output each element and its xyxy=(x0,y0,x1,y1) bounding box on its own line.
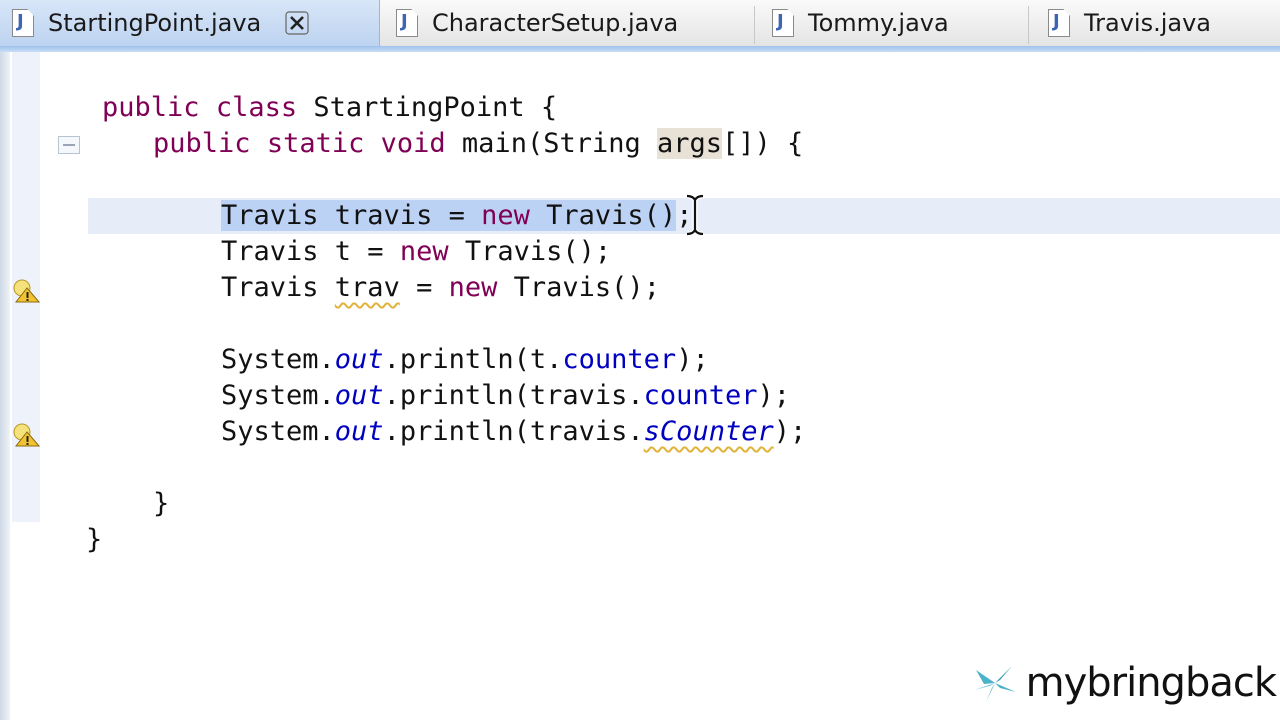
tab-separator xyxy=(754,6,755,44)
static-field-warning: sCounter xyxy=(643,416,774,447)
selected-text: Travis travis = new Travis() xyxy=(221,200,677,231)
keyword: void xyxy=(380,128,446,159)
code-text: ); xyxy=(676,344,709,375)
keyword: new xyxy=(399,236,449,267)
code-line-10[interactable]: } xyxy=(86,522,102,558)
code-text: = xyxy=(399,272,449,303)
code-line-5[interactable]: Travis trav = new Travis(); xyxy=(221,270,660,306)
close-icon[interactable] xyxy=(285,11,309,35)
static-field: out xyxy=(334,380,384,411)
code-text: Travis xyxy=(221,272,335,303)
active-editor-indicator xyxy=(0,46,1280,52)
parameter: args xyxy=(657,128,723,159)
keyword: new xyxy=(448,272,498,303)
field: counter xyxy=(562,344,677,375)
code-text: System. xyxy=(221,344,335,375)
code-line-9[interactable]: } xyxy=(153,486,169,522)
unused-variable: trav xyxy=(334,272,400,303)
code-text: ); xyxy=(773,416,807,447)
text-cursor-icon xyxy=(686,194,704,236)
keyword: class xyxy=(215,92,298,123)
tab-separator xyxy=(1028,6,1029,44)
code-text: []) { xyxy=(722,128,804,159)
pinwheel-logo-icon xyxy=(973,666,1016,702)
code-line-2[interactable]: public static void main(String args[]) { xyxy=(153,126,803,162)
tab-label: Travis.java xyxy=(1084,9,1211,37)
java-file-icon: J xyxy=(12,9,34,37)
java-file-icon: J xyxy=(396,9,418,37)
tab-tommy[interactable]: J Tommy.java xyxy=(772,0,949,46)
keyword: public xyxy=(102,92,200,123)
fold-collapse-icon[interactable] xyxy=(58,136,80,154)
code-text: System. xyxy=(221,380,335,411)
tab-label: StartingPoint.java xyxy=(48,9,262,37)
warning-icon[interactable] xyxy=(12,278,41,304)
code-text: Travis travis = xyxy=(221,200,482,231)
code-line-7[interactable]: System.out.println(travis.counter); xyxy=(221,378,790,414)
field: counter xyxy=(643,380,758,411)
code-text: StartingPoint { xyxy=(313,92,558,123)
tab-label: Tommy.java xyxy=(808,9,949,37)
java-file-icon: J xyxy=(772,9,794,37)
watermark-logo: mybringback xyxy=(972,660,1277,706)
code-text: Travis() xyxy=(529,200,677,231)
code-text: .println(travis. xyxy=(383,380,644,411)
code-text: } xyxy=(153,488,170,519)
tab-travis[interactable]: J Travis.java xyxy=(1048,0,1211,46)
static-field: out xyxy=(334,344,384,375)
code-text: } xyxy=(86,524,103,555)
static-field: out xyxy=(334,416,384,447)
keyword: static xyxy=(266,128,365,159)
code-line-1[interactable]: public class StartingPoint { xyxy=(102,90,557,126)
code-text: .println(t. xyxy=(383,344,563,375)
editor-gutter xyxy=(10,52,50,720)
code-text: ); xyxy=(757,380,790,411)
editor-tab-bar: J StartingPoint.java J CharacterSetup.ja… xyxy=(0,0,1280,52)
code-text: .println(travis. xyxy=(383,416,644,447)
code-text: Travis t = xyxy=(221,236,400,267)
code-line-8[interactable]: System.out.println(travis.sCounter); xyxy=(221,414,806,450)
tab-label: CharacterSetup.java xyxy=(432,9,679,37)
keyword: new xyxy=(481,200,530,231)
keyword: public xyxy=(153,128,251,159)
code-line-6[interactable]: System.out.println(t.counter); xyxy=(221,342,709,378)
tab-startingpoint[interactable]: J StartingPoint.java xyxy=(0,0,380,46)
warning-icon[interactable] xyxy=(12,422,41,448)
code-text: main(String xyxy=(461,128,657,159)
editor-left-border xyxy=(0,52,10,720)
code-text: System. xyxy=(221,416,335,447)
java-file-icon: J xyxy=(1048,9,1070,37)
code-line-3[interactable]: Travis travis = new Travis(); xyxy=(221,198,692,234)
code-text: Travis(); xyxy=(497,272,660,303)
tab-charactersetup[interactable]: J CharacterSetup.java xyxy=(396,0,678,46)
watermark-text: mybringback xyxy=(1025,660,1277,706)
code-text: Travis(); xyxy=(448,236,612,267)
code-line-4[interactable]: Travis t = new Travis(); xyxy=(221,234,611,270)
